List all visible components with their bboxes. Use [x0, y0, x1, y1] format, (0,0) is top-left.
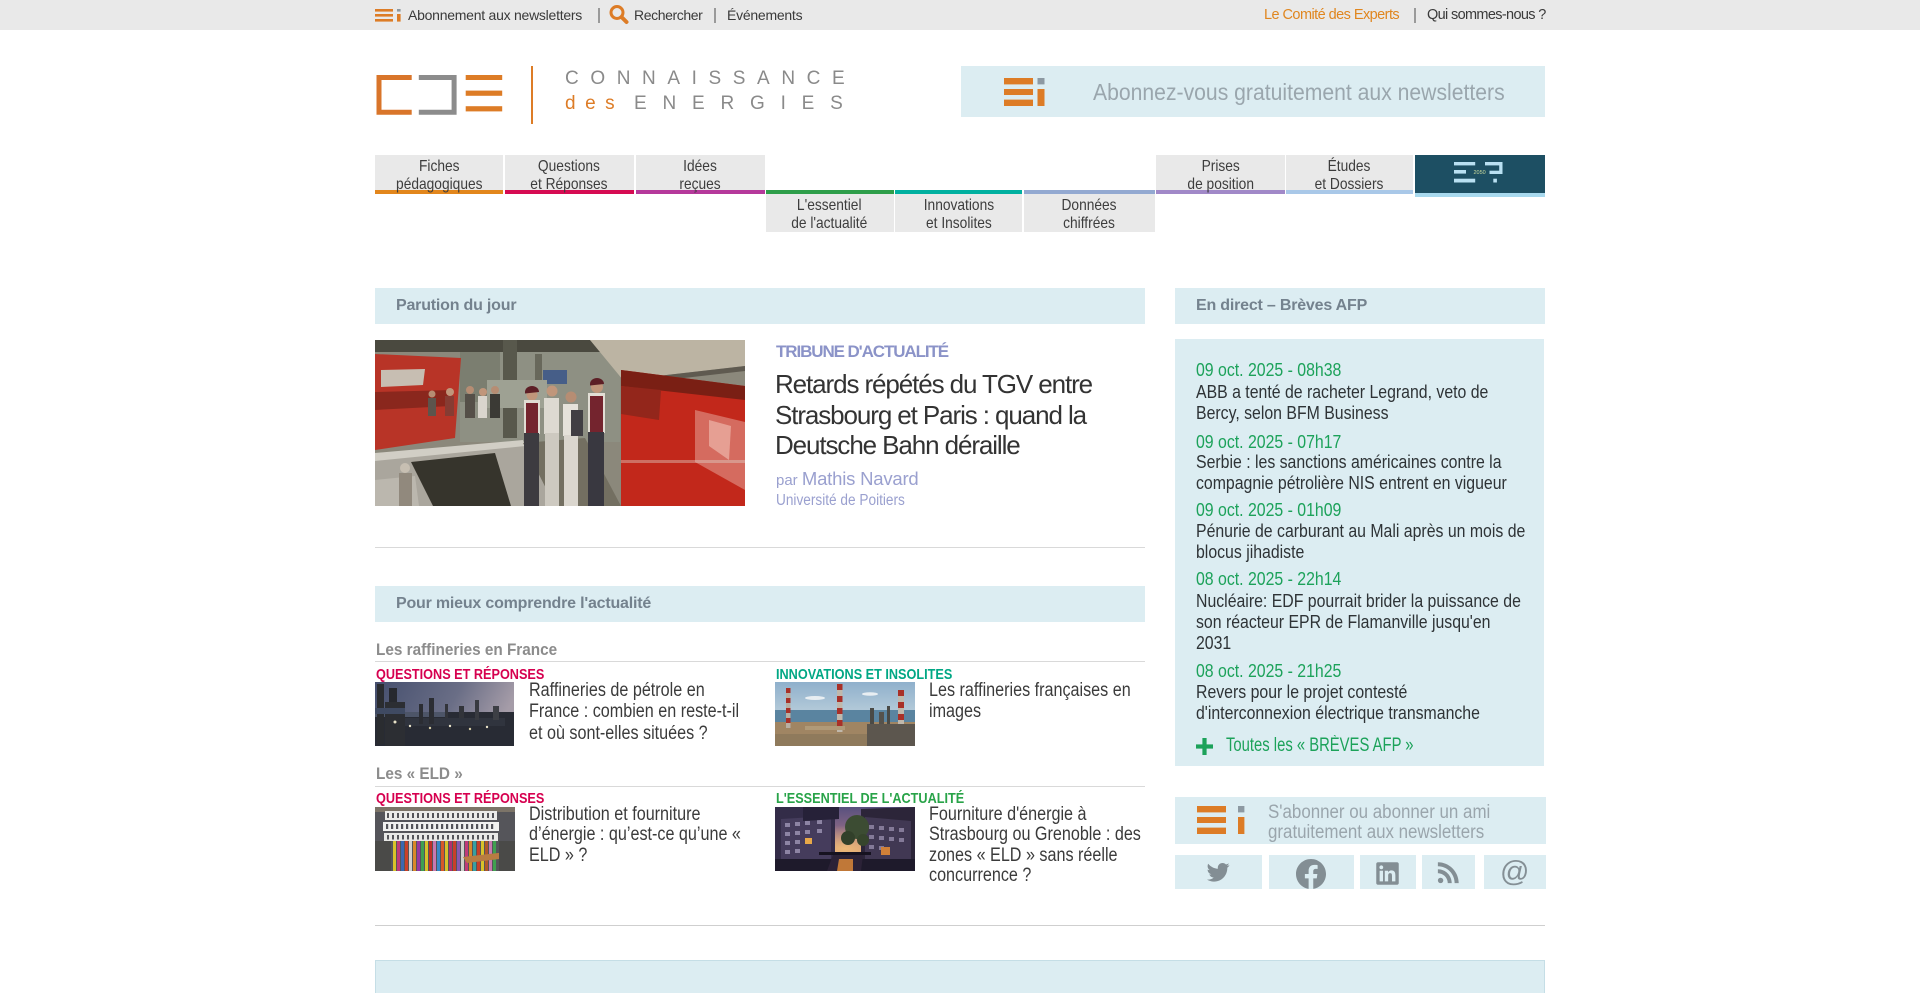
svg-text:2050: 2050 [1474, 170, 1486, 176]
